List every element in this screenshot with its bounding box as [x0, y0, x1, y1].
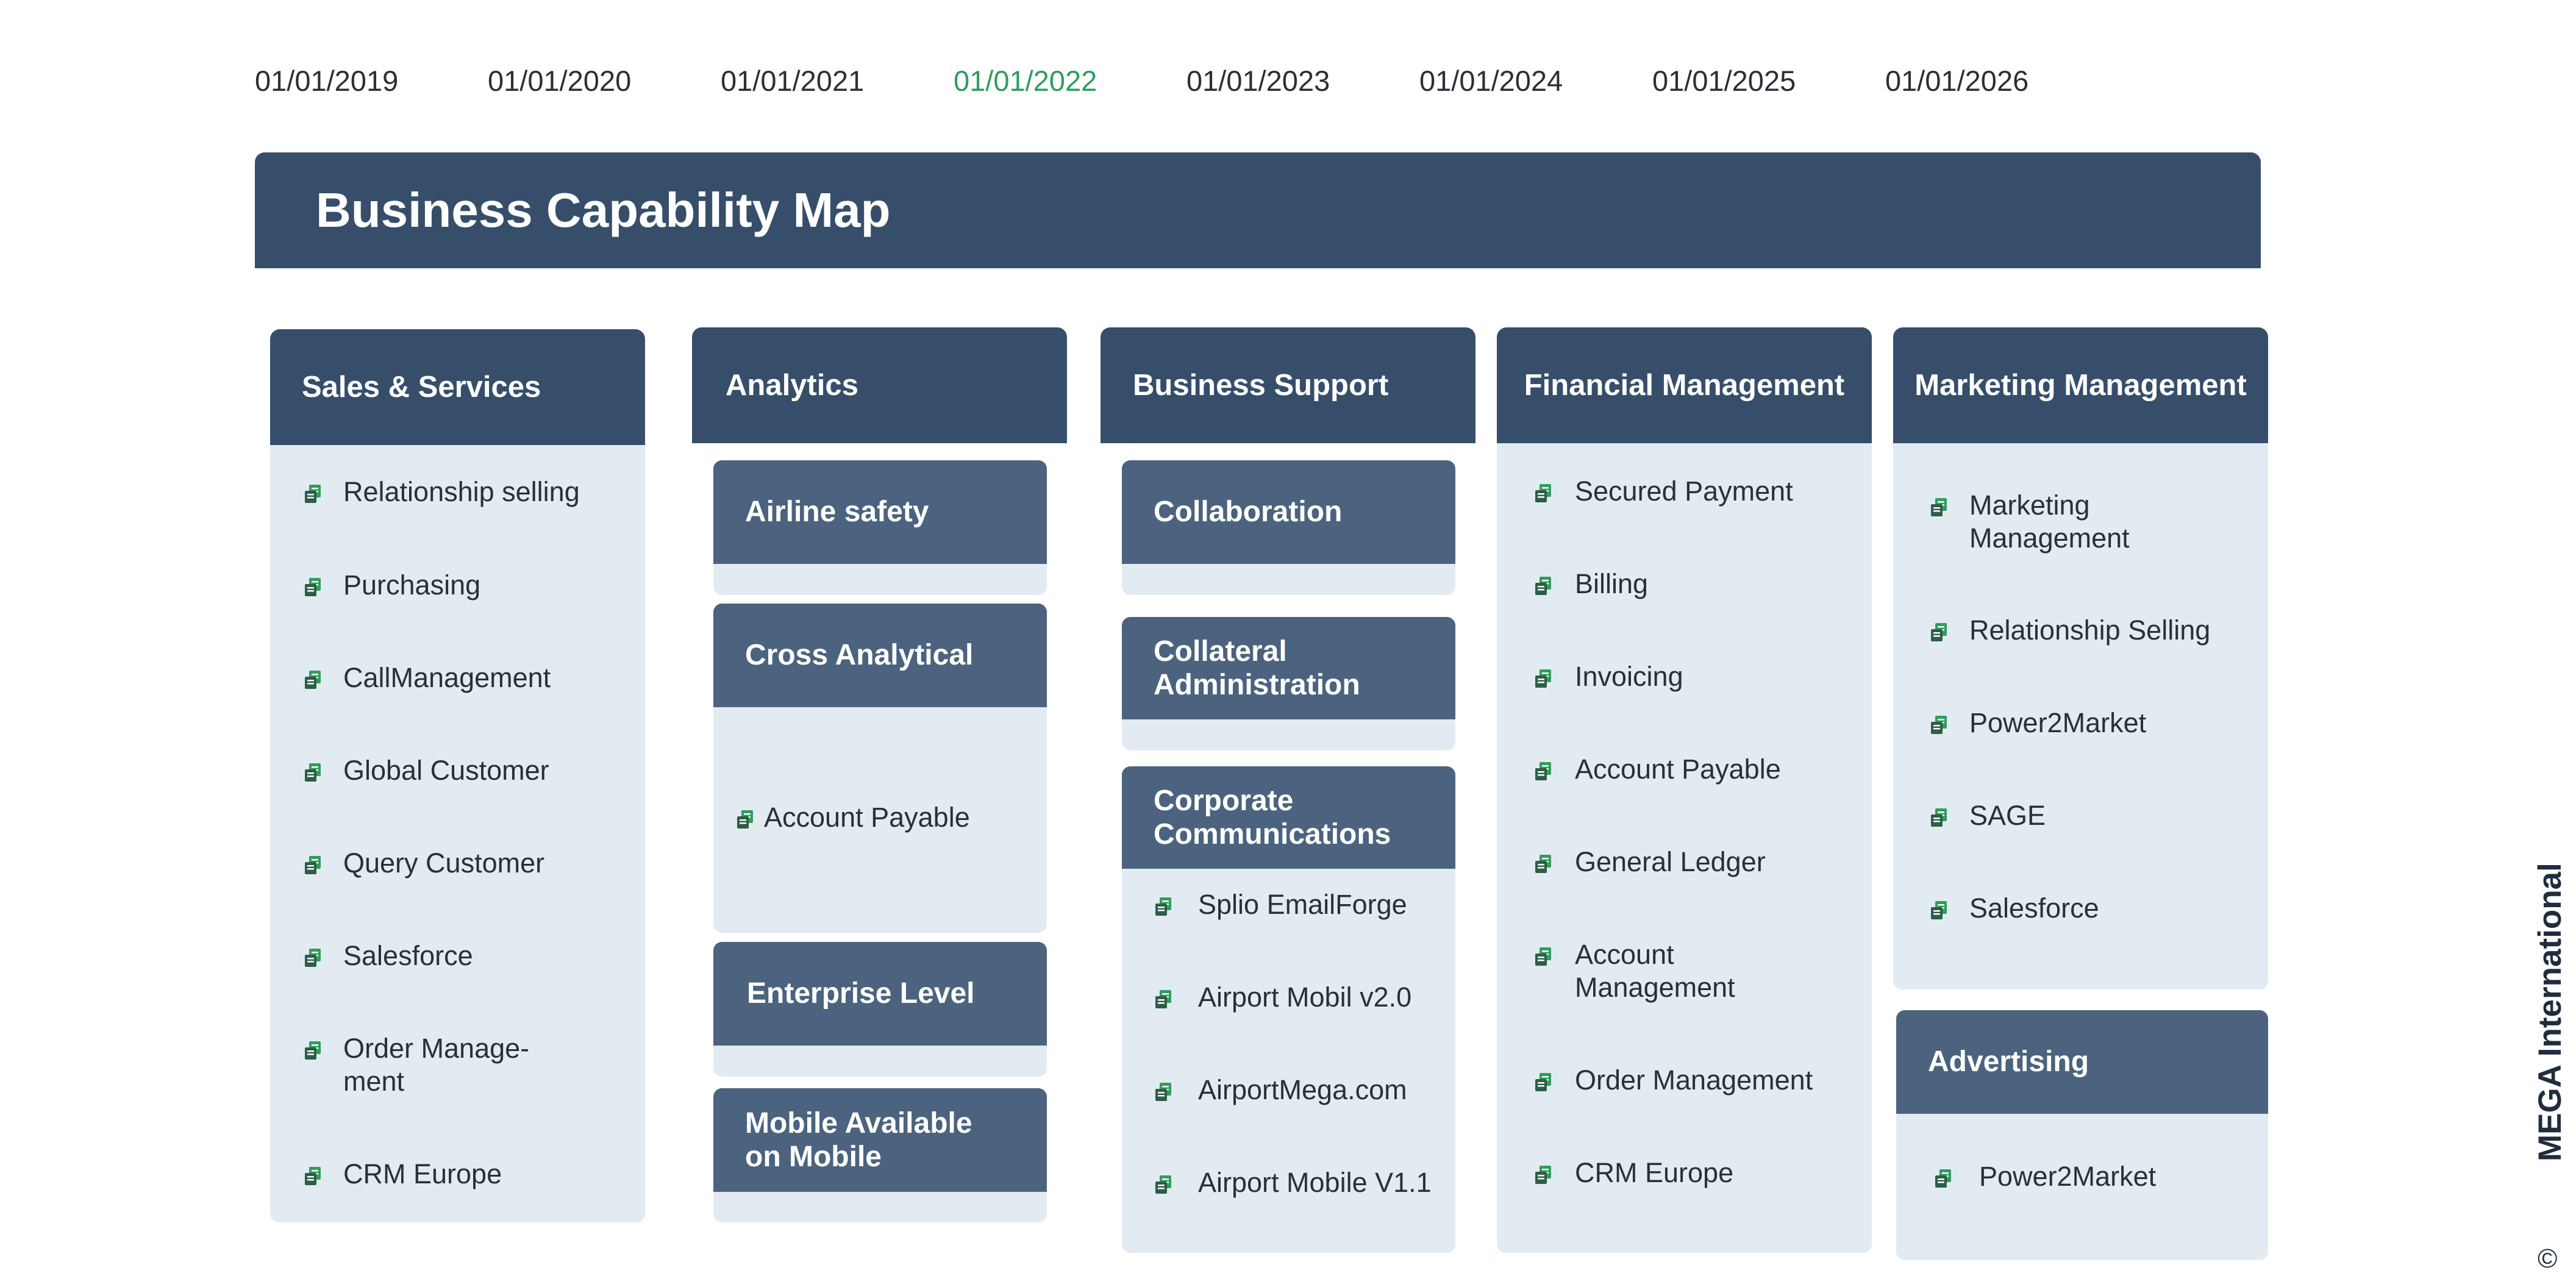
subgroup-header-corporate-communications[interactable]: Corporate Communications — [1122, 766, 1455, 869]
application-icon — [1534, 1164, 1552, 1185]
application-icon — [1534, 576, 1552, 596]
vendor-watermark: MEGA International — [2532, 863, 2568, 1161]
application-icon — [1534, 946, 1552, 967]
subgroup-header-advertising[interactable]: Advertising — [1896, 1010, 2268, 1114]
column-header-analytics[interactable]: Analytics — [692, 327, 1067, 443]
capability-item[interactable]: CRM Europe — [343, 1158, 502, 1191]
capability-item[interactable]: Global Customer — [343, 754, 549, 787]
application-icon — [304, 483, 322, 504]
application-icon — [1934, 1168, 1952, 1189]
timeline-date-2024[interactable]: 01/01/2024 — [1419, 64, 1563, 98]
application-icon — [304, 1040, 322, 1061]
subgroup-title: Mobile Available on Mobile — [745, 1107, 972, 1173]
column-title-analytics: Analytics — [726, 369, 858, 402]
capability-item[interactable]: General Ledger — [1575, 846, 1766, 879]
subgroup-collaboration-panel — [1122, 561, 1455, 595]
application-icon — [304, 669, 322, 690]
capability-item[interactable]: CRM Europe — [1575, 1157, 1733, 1189]
capability-item[interactable]: Splio EmailForge — [1198, 888, 1407, 921]
application-icon — [304, 855, 322, 875]
subgroup-title: Collateral Administration — [1154, 635, 1360, 701]
subgroup-enterprise-level-panel — [713, 1043, 1047, 1077]
subgroup-airline-safety-panel — [713, 561, 1047, 595]
capability-item[interactable]: Account Management — [1575, 938, 1735, 1004]
subgroup-title: Cross Analytical — [745, 639, 974, 672]
map-title: Business Capability Map — [316, 183, 891, 237]
application-icon — [1534, 1072, 1552, 1092]
timeline-date-2025[interactable]: 01/01/2025 — [1652, 64, 1796, 98]
timeline-date-2019[interactable]: 01/01/2019 — [255, 64, 398, 98]
capability-item[interactable]: Account Payable — [764, 801, 970, 834]
subgroup-header-enterprise-level[interactable]: Enterprise Level — [713, 942, 1047, 1046]
capability-item[interactable]: Query Customer — [343, 847, 544, 880]
application-icon — [1930, 497, 1948, 518]
capability-item[interactable]: Purchasing — [343, 569, 480, 602]
column-header-business-support[interactable]: Business Support — [1101, 327, 1475, 443]
application-icon — [1534, 668, 1552, 689]
application-icon — [1930, 900, 1948, 921]
capability-item[interactable]: Account Payable — [1575, 753, 1781, 786]
application-icon — [304, 577, 322, 597]
capability-item[interactable]: Order Management — [1575, 1064, 1813, 1097]
application-icon — [736, 809, 754, 830]
column-title-business-support: Business Support — [1133, 369, 1389, 402]
subgroup-title: Airline safety — [745, 496, 929, 529]
application-icon — [1930, 807, 1948, 828]
column-header-marketing[interactable]: Marketing Management — [1893, 327, 2268, 443]
application-icon — [1930, 622, 1948, 643]
application-icon — [1930, 715, 1948, 735]
timeline-date-2023[interactable]: 01/01/2023 — [1186, 64, 1330, 98]
application-icon — [1534, 854, 1552, 874]
capability-item[interactable]: Airport Mobil v2.0 — [1198, 981, 1411, 1014]
application-icon — [304, 762, 322, 783]
application-icon — [1154, 989, 1172, 1010]
subgroup-header-mobile[interactable]: Mobile Available on Mobile — [713, 1088, 1047, 1192]
subgroup-title: Corporate Communications — [1154, 784, 1391, 850]
application-icon — [1154, 1174, 1172, 1195]
application-icon — [1154, 896, 1172, 917]
subgroup-title: Enterprise Level — [747, 977, 975, 1010]
capability-item[interactable]: Salesforce — [343, 939, 473, 972]
subgroup-header-collaboration[interactable]: Collaboration — [1122, 460, 1455, 564]
column-header-sales[interactable]: Sales & Services — [270, 329, 645, 445]
timeline-date-2020[interactable]: 01/01/2020 — [488, 64, 631, 98]
application-icon — [1534, 761, 1552, 782]
subgroup-title: Advertising — [1928, 1046, 2089, 1078]
capability-item[interactable]: Order Manage- ment — [343, 1032, 529, 1098]
map-title-bar: Business Capability Map — [255, 152, 2261, 268]
capability-item[interactable]: Salesforce — [1969, 892, 2099, 925]
subgroup-mobile-panel — [713, 1189, 1047, 1222]
column-title-marketing: Marketing Management — [1914, 369, 2247, 402]
column-header-financial[interactable]: Financial Management — [1497, 327, 1872, 443]
capability-item[interactable]: Relationship Selling — [1969, 614, 2210, 647]
application-icon — [1154, 1082, 1172, 1102]
subgroup-header-cross-analytical[interactable]: Cross Analytical — [713, 604, 1047, 707]
column-sales-panel — [270, 442, 645, 1222]
capability-item[interactable]: Relationship selling — [343, 476, 580, 508]
capability-item[interactable]: Billing — [1575, 568, 1648, 601]
subgroup-collateral-panel — [1122, 716, 1455, 750]
application-icon — [1534, 483, 1552, 504]
application-icon — [304, 1166, 322, 1186]
capability-item[interactable]: Power2Market — [1979, 1160, 2156, 1193]
capability-item[interactable]: SAGE — [1969, 799, 2046, 832]
capability-item[interactable]: Marketing Management — [1969, 489, 2130, 555]
column-title-sales: Sales & Services — [302, 371, 541, 404]
timeline-date-2022-selected[interactable]: 01/01/2022 — [954, 64, 1097, 98]
subgroup-header-collateral-administration[interactable]: Collateral Administration — [1122, 617, 1455, 719]
capability-item[interactable]: Invoicing — [1575, 660, 1683, 693]
capability-item[interactable]: AirportMega.com — [1198, 1074, 1407, 1107]
capability-item[interactable]: Airport Mobile V1.1 — [1198, 1166, 1432, 1199]
capability-item[interactable]: Power2Market — [1969, 707, 2146, 740]
capability-item[interactable]: CallManagement — [343, 661, 551, 694]
timeline-date-2021[interactable]: 01/01/2021 — [721, 64, 864, 98]
subgroup-header-airline-safety[interactable]: Airline safety — [713, 460, 1047, 564]
column-title-financial: Financial Management — [1524, 369, 1845, 402]
subgroup-title: Collaboration — [1154, 496, 1343, 529]
copyright-symbol: © — [2538, 1244, 2558, 1274]
timeline-date-2026[interactable]: 01/01/2026 — [1885, 64, 2028, 98]
capability-item[interactable]: Secured Payment — [1575, 475, 1793, 508]
application-icon — [304, 947, 322, 968]
